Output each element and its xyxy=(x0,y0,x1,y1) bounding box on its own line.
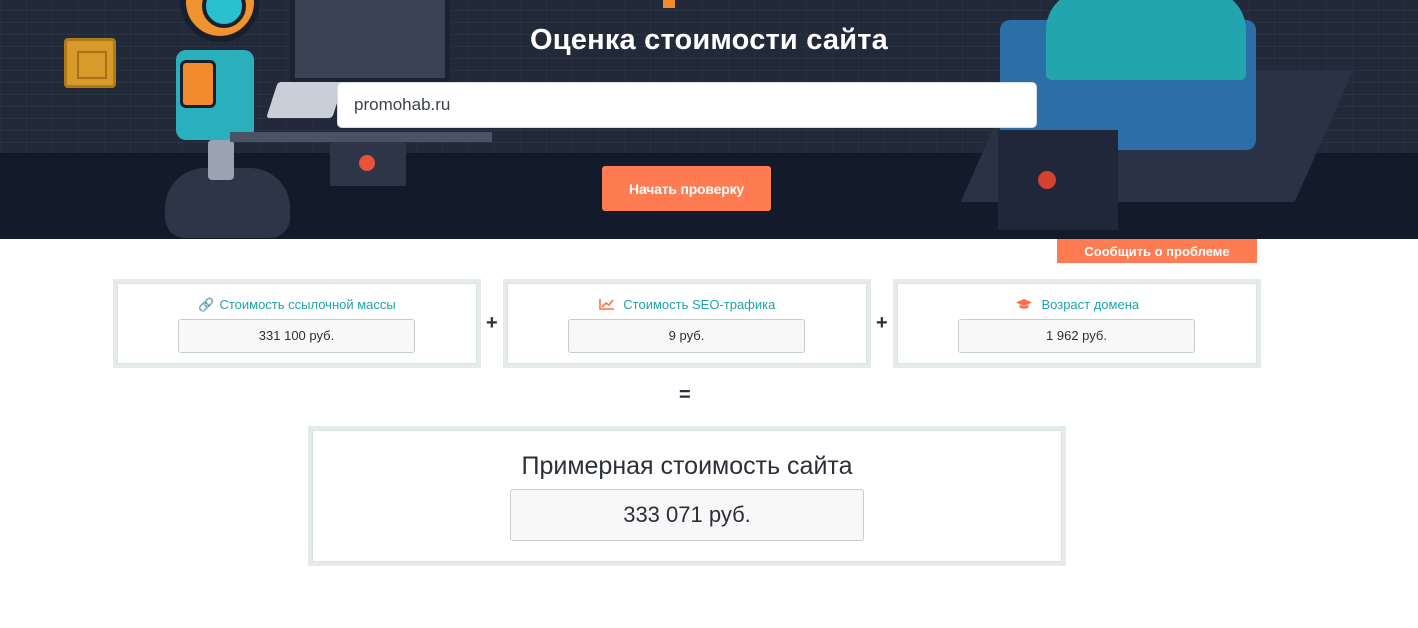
orange-marker-illustration xyxy=(663,0,675,8)
seo-traffic-value: 9 руб. xyxy=(568,319,805,353)
link-icon: 🔗 xyxy=(198,297,215,312)
hero-banner: Оценка стоимости сайта Начать проверку xyxy=(0,0,1418,239)
plus-sign: + xyxy=(486,312,498,334)
site-url-input[interactable] xyxy=(337,82,1037,128)
graduation-cap-icon xyxy=(1015,297,1037,312)
desk-illustration xyxy=(230,132,492,142)
total-cost-card: Примерная стоимость сайта 333 071 руб. xyxy=(308,426,1066,566)
start-check-button[interactable]: Начать проверку xyxy=(602,166,771,211)
report-problem-button[interactable]: Сообщить о проблеме xyxy=(1057,239,1257,263)
robot-leg-illustration xyxy=(208,140,234,180)
robot-panel-illustration xyxy=(180,60,216,108)
chart-line-icon xyxy=(598,297,619,312)
domain-age-card: Возраст домена 1 962 руб. xyxy=(893,279,1261,368)
page-title: Оценка стоимости сайта xyxy=(529,24,888,56)
total-cost-value: 333 071 руб. xyxy=(510,489,864,541)
link-mass-value: 331 100 руб. xyxy=(178,319,415,353)
link-mass-title: 🔗 Стоимость ссылочной массы xyxy=(117,297,477,313)
link-mass-card: 🔗 Стоимость ссылочной массы 331 100 руб. xyxy=(113,279,481,368)
laptop-keyboard-illustration xyxy=(266,82,344,118)
card-title-text: Стоимость ссылочной массы xyxy=(219,297,396,312)
card-title-text: Стоимость SEO-трафика xyxy=(623,297,776,312)
machine-button-illustration xyxy=(1038,171,1056,189)
domain-age-title: Возраст домена xyxy=(897,297,1257,312)
machine-front-illustration xyxy=(998,130,1118,230)
seo-traffic-card: Стоимость SEO-трафика 9 руб. xyxy=(503,279,871,368)
desk-button-illustration xyxy=(359,155,375,171)
equals-sign: = xyxy=(679,384,691,406)
card-title-text: Возраст домена xyxy=(1041,297,1140,312)
plus-sign: + xyxy=(876,312,888,334)
domain-age-value: 1 962 руб. xyxy=(958,319,1195,353)
seo-traffic-title: Стоимость SEO-трафика xyxy=(507,297,867,312)
total-cost-title: Примерная стоимость сайта xyxy=(521,452,853,480)
